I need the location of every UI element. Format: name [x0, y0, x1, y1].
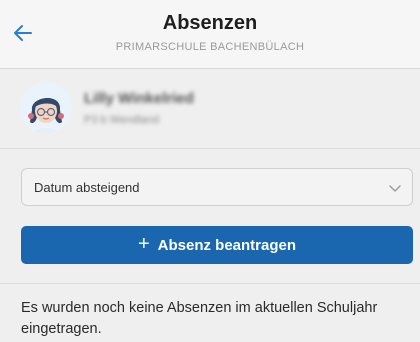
sort-selected-value: Datum absteigend: [34, 180, 140, 195]
divider: [0, 148, 420, 149]
absences-screen: Absenzen PRIMARSCHULE BACHENBÜLACH Lilly…: [0, 0, 420, 342]
student-name: Lilly Winkelried: [84, 90, 194, 107]
request-absence-button[interactable]: + Absenz beantragen: [21, 226, 413, 264]
divider: [0, 283, 420, 284]
student-profile[interactable]: Lilly Winkelried P3 b Wendland: [0, 70, 420, 144]
request-absence-label: Absenz beantragen: [157, 236, 297, 254]
page-title: Absenzen: [162, 12, 258, 34]
girl-avatar-icon: [20, 82, 72, 134]
empty-state-message: Es wurden noch keine Absenzen im aktuell…: [21, 300, 378, 337]
sort-select[interactable]: Datum absteigend: [21, 168, 413, 206]
student-class: P3 b Wendland: [84, 114, 160, 126]
school-name: PRIMARSCHULE BACHENBÜLACH: [115, 41, 305, 53]
chevron-down-icon: [389, 185, 401, 192]
plus-icon: +: [137, 233, 150, 255]
top-bar: Absenzen PRIMARSCHULE BACHENBÜLACH: [0, 0, 420, 69]
